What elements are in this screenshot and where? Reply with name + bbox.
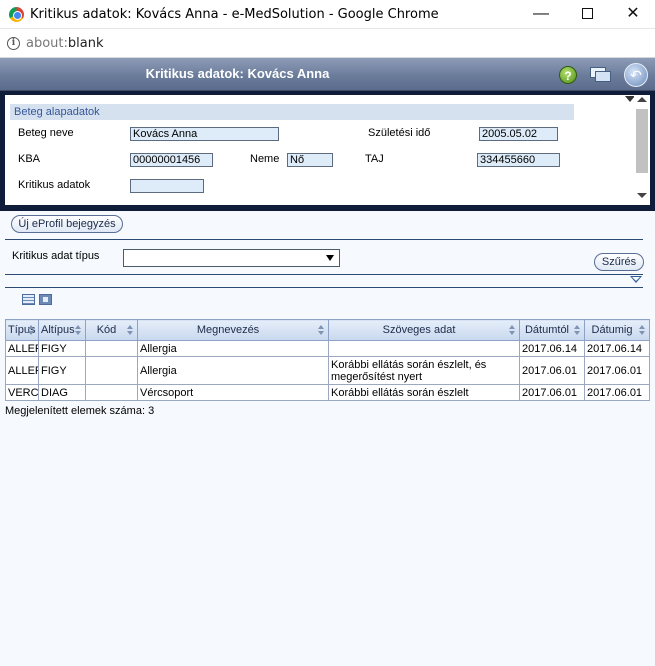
- sort-icon: [574, 325, 581, 336]
- sort-icon: [127, 325, 134, 336]
- sort-icon: [75, 325, 82, 336]
- sex-field: Nő: [287, 153, 333, 167]
- patient-panel: Beteg alapadatok Beteg neve Kovács Anna …: [5, 95, 650, 205]
- close-button[interactable]: ✕: [610, 0, 655, 29]
- table-cell: [85, 384, 138, 401]
- table-cell: ALLER: [5, 356, 39, 385]
- critical-type-select[interactable]: [123, 249, 340, 267]
- table-cell: 2017.06.01: [584, 384, 650, 401]
- patient-name-field: Kovács Anna: [130, 127, 279, 141]
- table-cell: 2017.06.14: [519, 340, 585, 357]
- taj-label: TAJ: [365, 153, 384, 165]
- maximize-button[interactable]: [564, 0, 610, 29]
- app-header: Kritikus adatok: Kovács Anna ? ↶: [0, 58, 655, 91]
- table-cell: [328, 340, 520, 357]
- info-icon[interactable]: i: [7, 37, 20, 50]
- panel-scrollbar[interactable]: [634, 95, 650, 205]
- table-row[interactable]: VERC DIAG Vércsoport Korábbi ellátás sor…: [5, 384, 650, 401]
- table-cell: Allergia: [137, 356, 329, 385]
- table-cell: Korábbi ellátás során észlelt, és megerő…: [328, 356, 520, 385]
- sort-icon: [509, 325, 516, 336]
- table-cell: DIAG: [38, 384, 86, 401]
- filter-button[interactable]: Szűrés: [594, 253, 644, 271]
- table-cell: [85, 356, 138, 385]
- chrome-logo-icon: [9, 7, 24, 22]
- column-header[interactable]: Típus: [5, 319, 39, 341]
- window-title: Kritikus adatok: Kovács Anna - e-MedSolu…: [30, 7, 439, 22]
- sort-icon: [639, 325, 646, 336]
- critical-data-table: Típus Altípus Kód Megnevezés Szöveges ad…: [5, 319, 650, 401]
- column-header[interactable]: Dátumig: [584, 319, 650, 341]
- windows-icon[interactable]: [590, 67, 612, 83]
- address-bar[interactable]: i about:blank: [0, 29, 655, 58]
- table-cell: FIGY: [38, 356, 86, 385]
- patient-frame: Beteg alapadatok Beteg neve Kovács Anna …: [0, 91, 655, 211]
- main-content: Új eProfil bejegyzés Kritikus adat típus…: [0, 211, 655, 666]
- divider: [5, 239, 643, 240]
- table-cell: Korábbi ellátás során észlelt: [328, 384, 520, 401]
- sex-label: Neme: [250, 153, 280, 165]
- divider: [5, 274, 643, 275]
- table-row[interactable]: ALLER FIGY Allergia 2017.06.14 2017.06.1…: [5, 340, 650, 357]
- table-cell: ALLER: [5, 340, 39, 357]
- critical-data-field: [130, 179, 204, 193]
- help-icon[interactable]: ?: [559, 66, 577, 84]
- filter-type-label: Kritikus adat típus: [12, 250, 100, 262]
- column-header[interactable]: Dátumtól: [519, 319, 585, 341]
- table-cell: FIGY: [38, 340, 86, 357]
- grid-view-icon[interactable]: [39, 294, 52, 305]
- page-title: Kritikus adatok: Kovács Anna: [145, 66, 330, 81]
- sort-icon: [318, 325, 325, 336]
- birth-date-field: 2005.05.02: [479, 127, 558, 141]
- scroll-thumb[interactable]: [636, 109, 648, 173]
- column-header[interactable]: Kód: [85, 319, 138, 341]
- new-eprofile-button[interactable]: Új eProfil bejegyzés: [11, 215, 123, 233]
- taj-field: 334455660: [477, 153, 560, 167]
- table-cell: 2017.06.14: [584, 340, 650, 357]
- back-icon[interactable]: ↶: [624, 63, 648, 87]
- item-count-text: Megjelenített elemek száma: 3: [5, 405, 155, 417]
- minimize-button[interactable]: —: [518, 0, 564, 29]
- table-row[interactable]: ALLER FIGY Allergia Korábbi ellátás sorá…: [5, 356, 650, 385]
- maximize-icon: [581, 8, 593, 20]
- patient-name-label: Beteg neve: [18, 127, 74, 139]
- sort-icon: [28, 325, 35, 336]
- browser-titlebar: Kritikus adatok: Kovács Anna - e-MedSolu…: [0, 0, 655, 29]
- table-cell: VERC: [5, 384, 39, 401]
- birth-date-label: Születési idő: [368, 127, 431, 139]
- kba-field: 00000001456: [130, 153, 213, 167]
- table-header-row: Típus Altípus Kód Megnevezés Szöveges ad…: [5, 319, 650, 341]
- list-view-icon[interactable]: [22, 294, 35, 305]
- table-cell: 2017.06.01: [519, 384, 585, 401]
- table-cell: Allergia: [137, 340, 329, 357]
- table-cell: 2017.06.01: [519, 356, 585, 385]
- table-cell: Vércsoport: [137, 384, 329, 401]
- column-header[interactable]: Altípus: [38, 319, 86, 341]
- critical-data-label: Kritikus adatok: [18, 179, 91, 191]
- section-header: Beteg alapadatok: [10, 104, 574, 120]
- kba-label: KBA: [18, 153, 41, 165]
- expand-arrow-icon[interactable]: [630, 276, 642, 283]
- url-text[interactable]: about:blank: [26, 36, 104, 51]
- column-header[interactable]: Megnevezés: [137, 319, 329, 341]
- dropdown-arrow-icon: [326, 255, 334, 261]
- table-cell: [85, 340, 138, 357]
- scroll-up-icon[interactable]: [637, 97, 647, 102]
- divider: [5, 287, 643, 288]
- column-header[interactable]: Szöveges adat: [328, 319, 520, 341]
- table-cell: 2017.06.01: [584, 356, 650, 385]
- scroll-down-icon[interactable]: [637, 193, 647, 198]
